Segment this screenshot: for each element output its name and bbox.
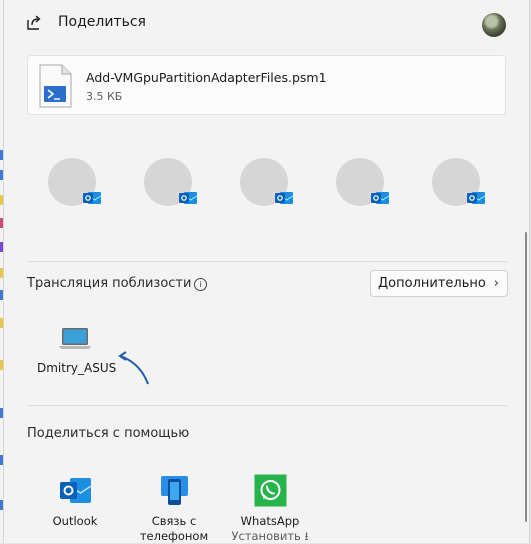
outlook-icon — [60, 478, 92, 503]
app-label-line2: телефоном — [139, 529, 209, 543]
outlook-badge-icon — [83, 192, 102, 204]
powershell-file-icon — [39, 64, 72, 108]
share-panel: Поделиться Add-VMGpuPartitionAdapterFile… — [3, 0, 530, 543]
annotation-arrow — [118, 351, 149, 385]
share-with-title: Поделиться с помощью — [27, 426, 190, 441]
user-avatar[interactable] — [482, 13, 506, 37]
contact-suggestion[interactable] — [48, 158, 108, 214]
contact-suggestion[interactable] — [336, 158, 396, 214]
file-name: Add-VMGpuPartitionAdapterFiles.psm1 — [86, 70, 327, 85]
app-label: Outlook — [52, 514, 98, 528]
shared-file-card: Add-VMGpuPartitionAdapterFiles.psm1 3.5 … — [27, 55, 506, 115]
outlook-badge-icon — [467, 192, 486, 204]
install-link[interactable]: Установить ⭳ — [225, 529, 315, 544]
device-name: Dmitry_ASUS — [37, 361, 117, 375]
share-header: Поделиться — [4, 0, 529, 48]
whatsapp-icon — [254, 474, 287, 507]
section-divider — [27, 405, 507, 406]
app-outlook[interactable]: Outlook — [30, 474, 120, 544]
phone-link-icon — [161, 476, 188, 505]
contact-suggestion[interactable] — [144, 158, 204, 214]
section-divider — [27, 261, 507, 262]
share-icon — [27, 15, 41, 30]
contact-suggestion[interactable] — [240, 158, 300, 214]
app-list: Outlook Связь с телефоном WhatsApp Устан… — [4, 474, 529, 544]
nearby-device[interactable]: Dmitry_ASUS — [34, 326, 124, 376]
panel-title: Поделиться — [58, 14, 146, 30]
laptop-icon — [59, 328, 91, 349]
app-label: Связь с — [151, 514, 197, 528]
app-whatsapp[interactable]: WhatsApp Установить ⭳ — [225, 474, 315, 544]
outlook-badge-icon — [371, 192, 390, 204]
chevron-right-icon: › — [493, 276, 499, 291]
nearby-share-title: Трансляция поблизости — [27, 276, 192, 291]
outlook-badge-icon — [275, 192, 294, 204]
more-options-label: Дополнительно — [378, 276, 486, 291]
contact-suggestions — [4, 158, 529, 218]
contact-suggestion[interactable] — [432, 158, 492, 214]
app-phone-link[interactable]: Связь с телефоном — [129, 474, 219, 544]
more-options-button[interactable]: Дополнительно › — [370, 270, 508, 297]
outlook-badge-icon — [179, 192, 198, 204]
scrollbar[interactable] — [525, 232, 527, 522]
file-size: 3.5 КБ — [86, 90, 123, 103]
info-icon[interactable]: i — [194, 278, 207, 291]
app-label: WhatsApp — [240, 514, 300, 528]
